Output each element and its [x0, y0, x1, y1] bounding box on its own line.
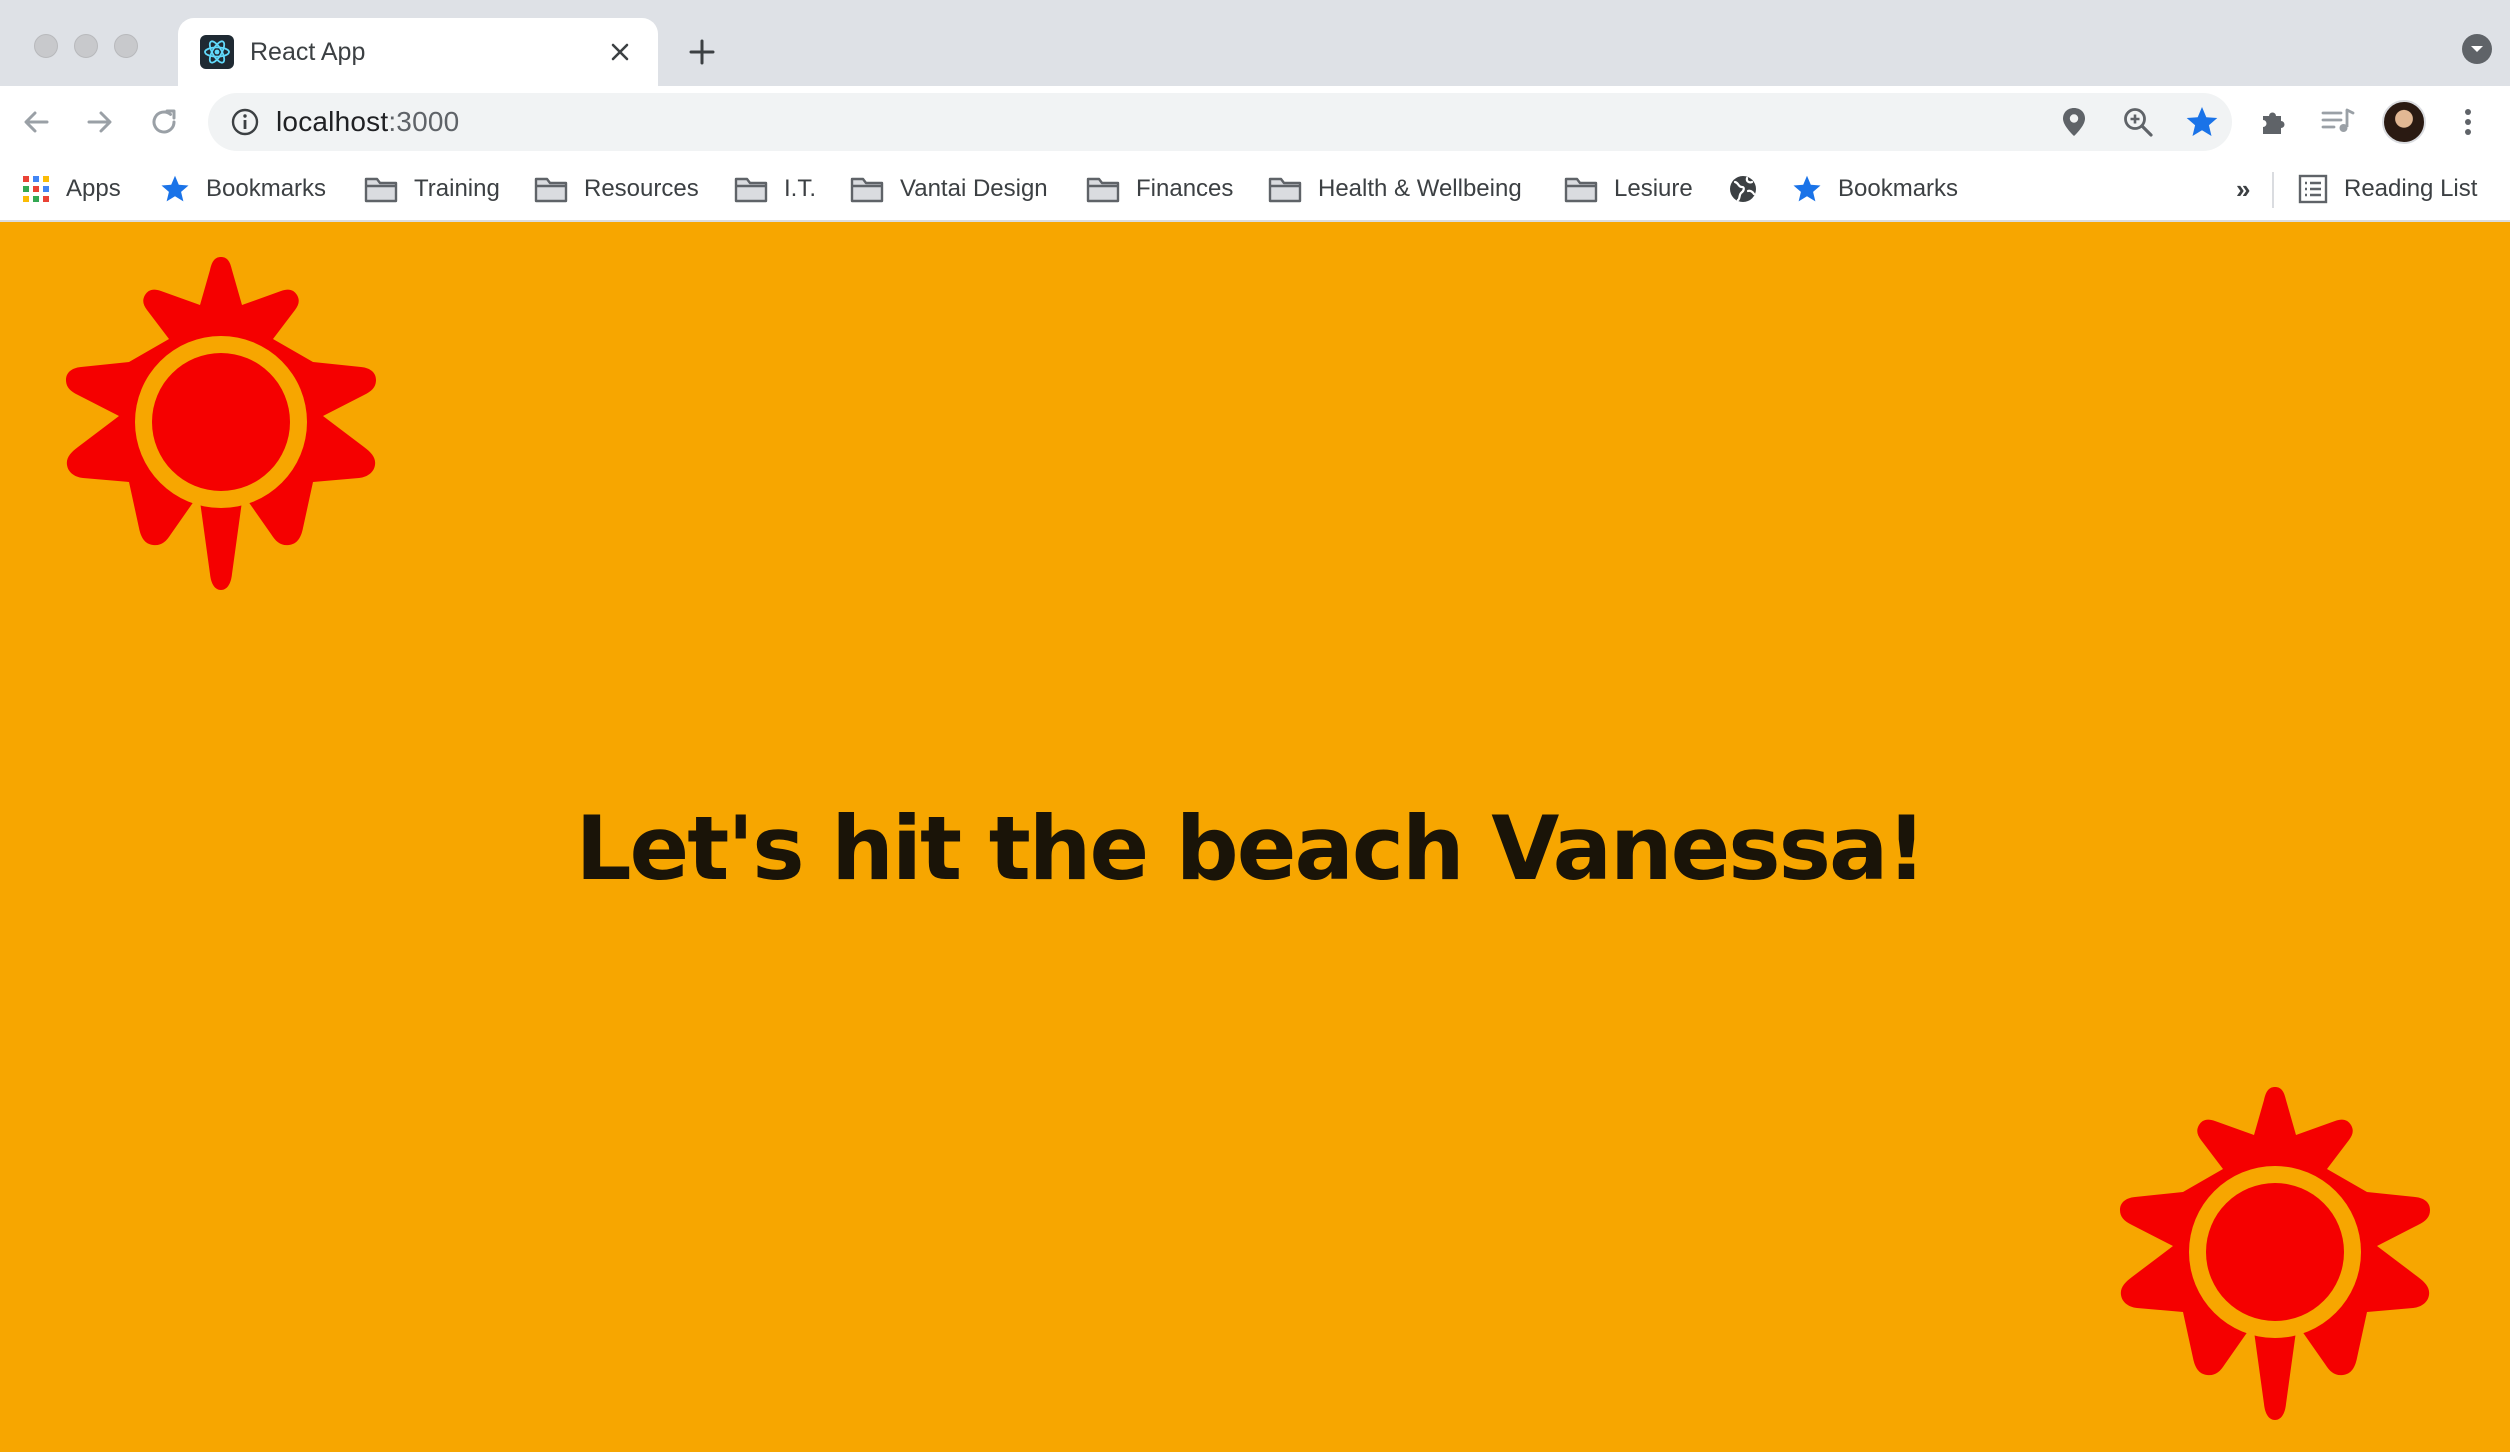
- new-tab-button[interactable]: [680, 30, 724, 74]
- tab-strip: React App: [0, 0, 2510, 86]
- bookmark-label: Resources: [584, 175, 699, 202]
- tab-title: React App: [250, 38, 366, 66]
- extensions-puzzle-icon[interactable]: [2254, 102, 2294, 142]
- star-icon: [1793, 175, 1821, 202]
- folder-icon: [1086, 177, 1120, 203]
- bookmark-folder-training[interactable]: Training: [364, 170, 500, 208]
- bookmarks-bar: Apps Bookmarks Training Resources I.T. V…: [0, 158, 2510, 222]
- tab-react-app[interactable]: React App: [178, 18, 658, 86]
- sun-icon: [2120, 1087, 2430, 1420]
- bookmark-globe[interactable]: [1728, 170, 1758, 208]
- react-atom-icon: [200, 35, 234, 69]
- folder-icon: [850, 177, 884, 203]
- bookmark-label: I.T.: [784, 175, 817, 202]
- overflow-chevron-icon: »: [2236, 173, 2251, 204]
- folder-icon: [364, 177, 398, 203]
- url-text: localhost:3000: [276, 104, 459, 140]
- folder-icon: [534, 177, 568, 203]
- bookmark-label: Training: [414, 175, 500, 202]
- tab-search-button[interactable]: [2462, 34, 2492, 64]
- url-port: :3000: [388, 106, 460, 137]
- reload-button[interactable]: [138, 96, 190, 148]
- folder-icon: [1564, 177, 1598, 203]
- bookmark-folder-health-wellbeing[interactable]: Health & Wellbeing: [1268, 170, 1522, 208]
- reading-list-icon: [2298, 174, 2328, 204]
- location-pin-icon[interactable]: [2056, 104, 2092, 140]
- bookmark-label: Bookmarks: [1838, 175, 1959, 202]
- url-host: localhost: [276, 106, 389, 137]
- site-info-icon[interactable]: [230, 107, 260, 137]
- bookmark-apps[interactable]: Apps: [22, 170, 121, 208]
- bookmarks-overflow-button[interactable]: »: [2236, 170, 2250, 208]
- folder-icon: [734, 177, 768, 203]
- bookmark-bookmarks-2[interactable]: Bookmarks: [1792, 170, 1958, 208]
- bookmark-folder-vantai-design[interactable]: Vantai Design: [850, 170, 1048, 208]
- reading-list-button[interactable]: Reading List: [2298, 170, 2477, 208]
- zoom-icon[interactable]: [2120, 104, 2156, 140]
- bookmark-label: Lesiure: [1614, 175, 1693, 202]
- globe-icon: [1730, 176, 1756, 202]
- bookmark-label: Bookmarks: [206, 175, 327, 202]
- browser-toolbar: localhost:3000: [0, 86, 2510, 158]
- media-control-icon[interactable]: [2318, 102, 2358, 142]
- address-bar[interactable]: localhost:3000: [208, 93, 2232, 151]
- bookmark-label: Health & Wellbeing: [1318, 175, 1522, 202]
- page-content: Let's hit the beach Vanessa!: [0, 222, 2510, 1452]
- bookmark-label: Apps: [66, 175, 121, 202]
- profile-avatar[interactable]: [2382, 100, 2426, 144]
- star-icon: [161, 175, 189, 202]
- bookmarks-divider: [2272, 172, 2274, 208]
- sun-icon: [66, 257, 376, 590]
- more-menu-icon[interactable]: [2448, 102, 2488, 142]
- maximize-window-button[interactable]: [114, 34, 138, 58]
- bookmark-folder-it[interactable]: I.T.: [734, 170, 816, 208]
- page-headline: Let's hit the beach Vanessa!: [575, 797, 1926, 900]
- folder-icon: [1268, 177, 1302, 203]
- bookmark-folder-finances[interactable]: Finances: [1086, 170, 1233, 208]
- bookmark-bookmarks[interactable]: Bookmarks: [160, 170, 326, 208]
- bookmark-folder-lesiure[interactable]: Lesiure: [1564, 170, 1693, 208]
- bookmark-label: Finances: [1136, 175, 1234, 202]
- bookmark-label: Vantai Design: [900, 175, 1048, 202]
- minimize-window-button[interactable]: [74, 34, 98, 58]
- close-window-button[interactable]: [34, 34, 58, 58]
- back-button[interactable]: [10, 96, 62, 148]
- reading-list-label: Reading List: [2344, 175, 2478, 202]
- browser-window: React App localhost:3000 Apps Bookmarks …: [0, 0, 2510, 1452]
- bookmark-folder-resources[interactable]: Resources: [534, 170, 699, 208]
- forward-button[interactable]: [74, 96, 126, 148]
- close-tab-icon[interactable]: [600, 32, 640, 72]
- apps-grid-icon: [23, 176, 49, 202]
- bookmark-star-icon[interactable]: [2184, 104, 2220, 140]
